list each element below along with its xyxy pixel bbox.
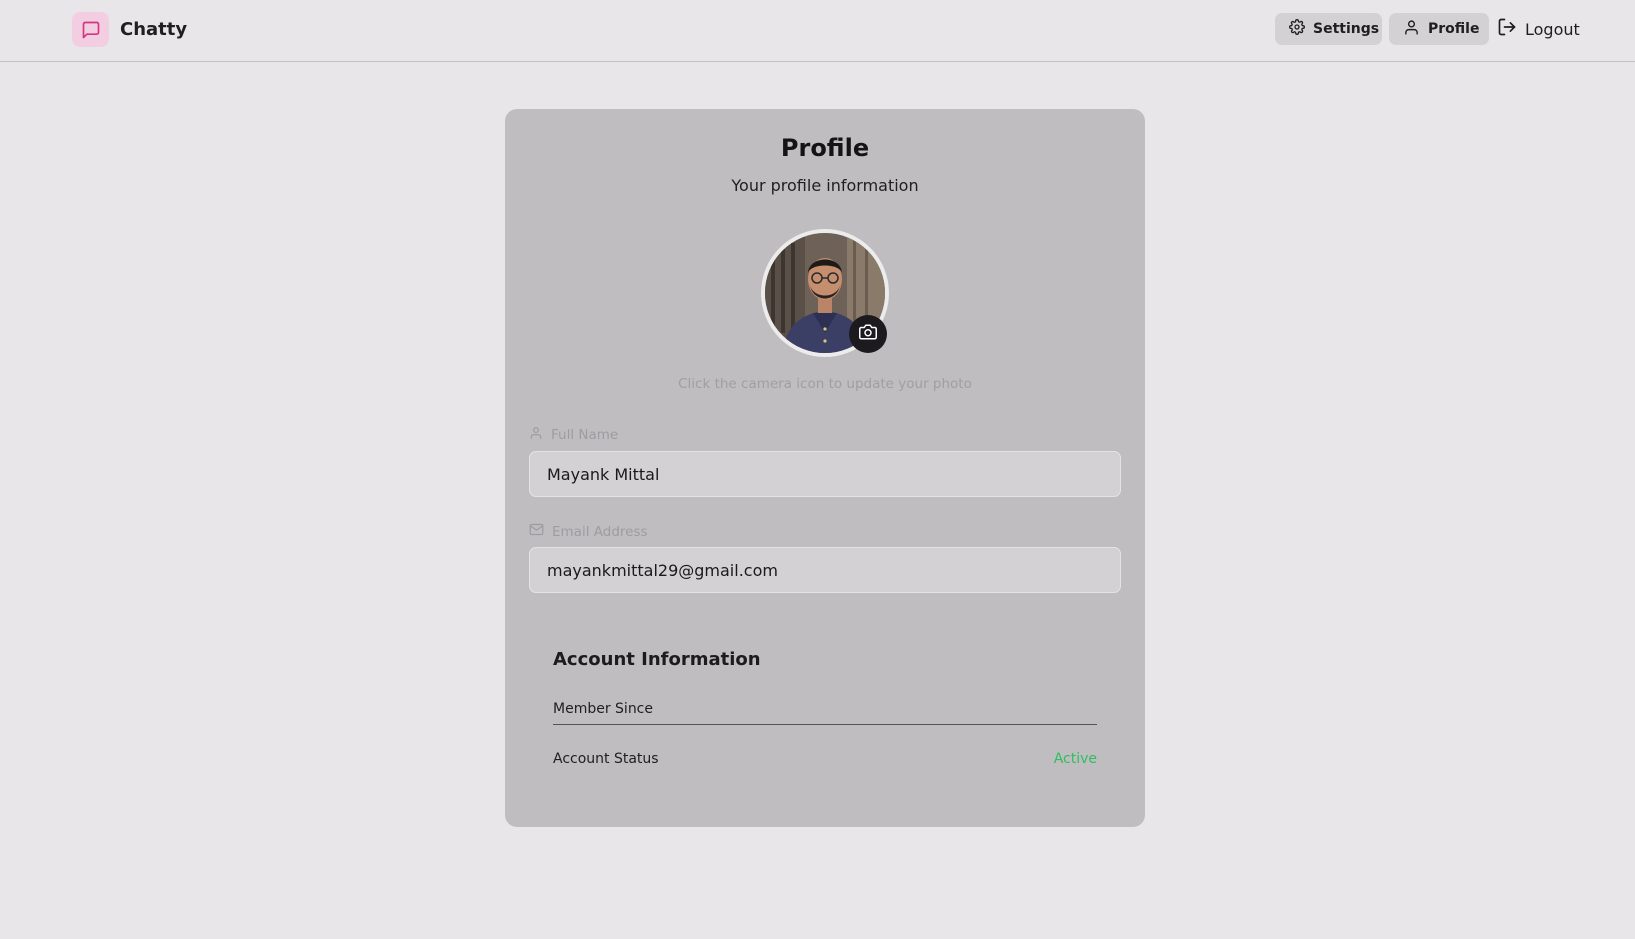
settings-button[interactable]: Settings bbox=[1275, 13, 1382, 45]
page-title: Profile bbox=[780, 134, 870, 162]
email-field[interactable]: mayankmittal29@gmail.com bbox=[529, 547, 1121, 593]
status-badge: Active bbox=[1053, 751, 1097, 767]
user-icon bbox=[1403, 19, 1420, 40]
brand-home-link[interactable]: Chatty bbox=[72, 12, 187, 47]
full-name-label-text: Full Name bbox=[551, 427, 619, 443]
member-since-row: Member Since bbox=[553, 693, 1097, 725]
account-status-label: Account Status bbox=[553, 751, 659, 767]
camera-icon bbox=[859, 323, 877, 345]
gear-icon bbox=[1289, 19, 1305, 39]
profile-card: Profile Your profile information Click t… bbox=[505, 109, 1145, 827]
camera-upload-button[interactable] bbox=[849, 315, 887, 353]
profile-button[interactable]: Profile bbox=[1389, 13, 1489, 45]
photo-hint: Click the camera icon to update your pho… bbox=[678, 376, 972, 392]
email-label-text: Email Address bbox=[552, 523, 648, 540]
account-information-title: Account Information bbox=[553, 649, 761, 670]
avatar-container bbox=[761, 229, 889, 357]
profile-label: Profile bbox=[1428, 21, 1480, 37]
app-name: Chatty bbox=[120, 19, 188, 40]
member-since-label: Member Since bbox=[553, 700, 653, 717]
account-information-section: Account Information Member Since Account… bbox=[553, 649, 1097, 767]
top-navbar: Chatty Settings Profile Logout bbox=[0, 0, 1635, 62]
user-icon bbox=[529, 426, 543, 444]
email-label: Email Address bbox=[529, 522, 648, 541]
message-square-icon bbox=[72, 12, 109, 47]
page-subtitle: Your profile information bbox=[731, 176, 919, 195]
mail-icon bbox=[529, 522, 544, 541]
log-out-icon bbox=[1497, 17, 1517, 41]
logout-label: Logout bbox=[1525, 19, 1580, 39]
full-name-label: Full Name bbox=[529, 426, 618, 444]
settings-label: Settings bbox=[1313, 21, 1380, 37]
account-status-row: Account Status Active bbox=[553, 743, 1097, 775]
logout-button[interactable]: Logout bbox=[1497, 13, 1580, 45]
full-name-field[interactable]: Mayank Mittal bbox=[529, 451, 1121, 497]
